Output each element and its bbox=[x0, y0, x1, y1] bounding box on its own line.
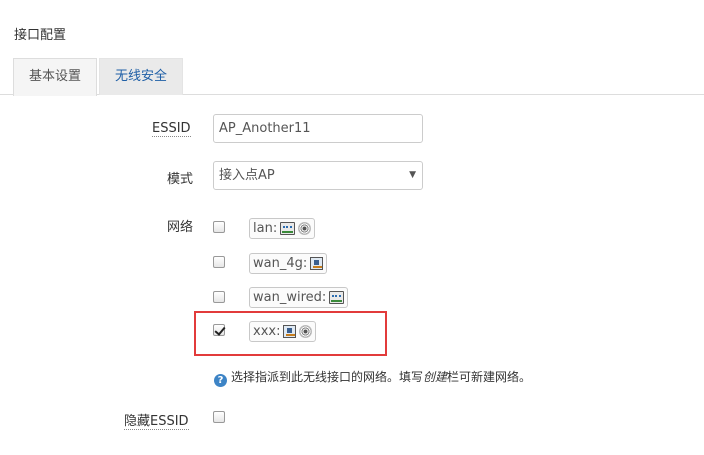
switch-icon bbox=[329, 291, 345, 304]
section-title: 接口配置 bbox=[14, 28, 67, 43]
network-lan-checkbox[interactable] bbox=[213, 221, 225, 233]
network-wan4g-checkbox[interactable] bbox=[213, 256, 225, 268]
wireless-icon bbox=[298, 222, 312, 235]
tab-basic-settings[interactable]: 基本设置 bbox=[13, 58, 97, 96]
help-text-emphasis: 创建 bbox=[423, 370, 448, 384]
tab-wireless-security[interactable]: 无线安全 bbox=[99, 58, 183, 95]
hide-essid-label: 隐藏ESSID bbox=[124, 410, 189, 430]
help-text-after: 栏可新建网络。 bbox=[447, 370, 532, 384]
network-wan4g-label: wan_4g: bbox=[253, 256, 308, 271]
essid-input[interactable] bbox=[213, 114, 423, 143]
mode-selected-value: 接入点AP bbox=[219, 168, 275, 183]
network-wan4g-option[interactable]: wan_4g: bbox=[249, 253, 328, 274]
tab-bar: 基本设置 无线安全 bbox=[0, 58, 704, 96]
essid-label: ESSID bbox=[152, 121, 191, 137]
help-icon: ? bbox=[214, 374, 227, 387]
network-lan-label: lan: bbox=[253, 221, 278, 236]
help-text-before: 选择指派到此无线接口的网络。填写 bbox=[231, 370, 424, 384]
dropdown-arrow-icon: ▼ bbox=[409, 170, 416, 180]
highlight-box bbox=[194, 311, 387, 356]
wireless-interface-config: 接口配置 基本设置 无线安全 ESSID 模式 接入点AP ▼ 网络 lan: … bbox=[0, 0, 704, 455]
network-wanwired-label: wan_wired: bbox=[253, 290, 327, 305]
network-lan-option[interactable]: lan: bbox=[249, 218, 316, 239]
mode-label: 模式 bbox=[166, 172, 193, 187]
network-help-text: ? 选择指派到此无线接口的网络。填写创建栏可新建网络。 bbox=[214, 368, 531, 387]
hide-essid-checkbox[interactable] bbox=[213, 411, 225, 423]
network-wanwired-checkbox[interactable] bbox=[213, 291, 225, 303]
network-wanwired-option[interactable]: wan_wired: bbox=[249, 287, 349, 308]
network-label: 网络 bbox=[166, 220, 193, 235]
switch-icon bbox=[280, 222, 296, 235]
mode-select[interactable]: 接入点AP ▼ bbox=[213, 161, 423, 190]
ethernet-icon bbox=[310, 257, 324, 270]
